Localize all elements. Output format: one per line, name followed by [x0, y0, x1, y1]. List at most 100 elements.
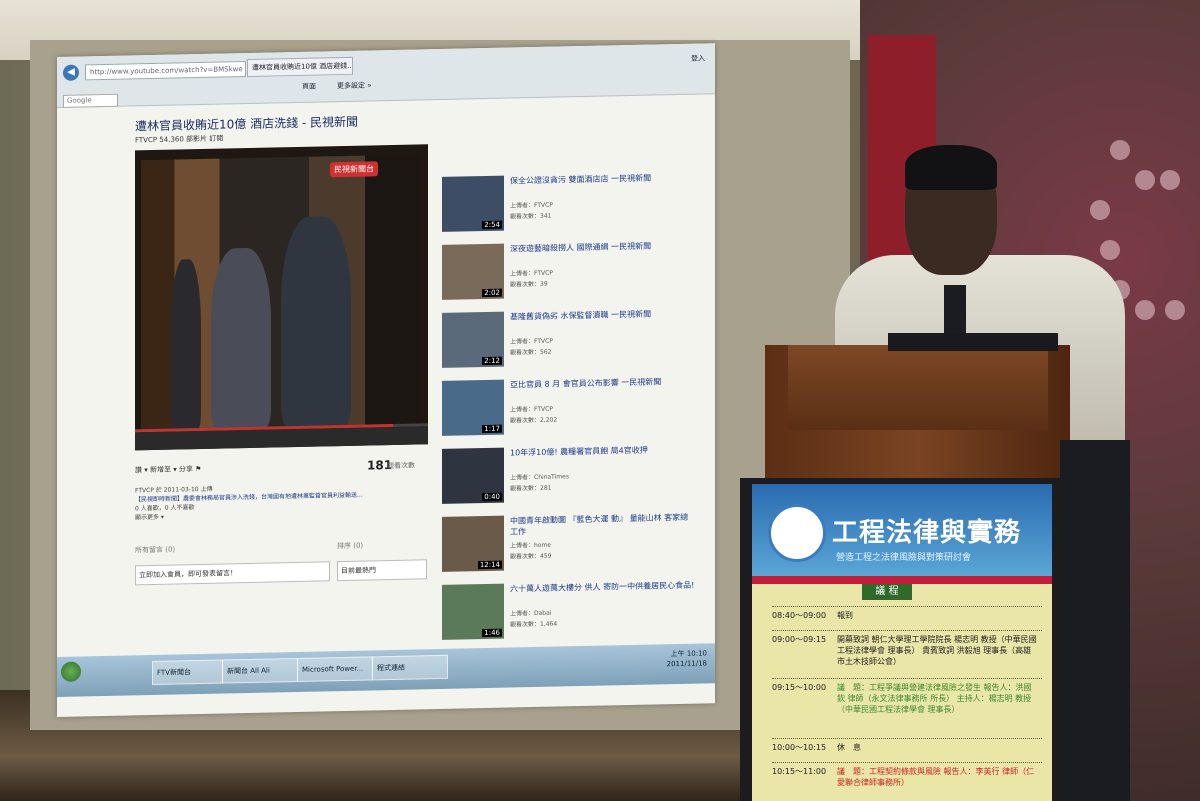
related-video-item[interactable]: 1:17 亞比官員 8 月 會官員公布影響 一民視新聞上傳者：FTVCP 觀看次數：… [442, 375, 702, 442]
bead-decoration [1090, 200, 1110, 220]
google-search-box[interactable]: Google [63, 93, 118, 108]
subscribe-button[interactable]: 訂閱 [209, 135, 223, 143]
browser-tab[interactable]: 遭林官員收賄近10億 酒店避錢... [247, 56, 353, 78]
agenda-time: 09:00～09:15 [772, 635, 827, 644]
related-video-item[interactable]: 2:02 深夜遊藝暗殺撈人 國際通緝 一民視新聞上傳者：FTVCP 觀看次數：39 [442, 239, 702, 306]
podium-top [788, 345, 1048, 430]
video-thumbnail[interactable]: 2:02 [442, 243, 504, 300]
related-uploader: 上傳者：FTVCP [510, 201, 553, 210]
video-duration: 0:40 [482, 492, 502, 502]
address-bar[interactable]: http://www.youtube.com/watch?v=BMSkwe [85, 61, 246, 81]
view-count-label: 觀看次數 [387, 461, 415, 471]
channel-count: 54,360 部影片 [159, 134, 208, 144]
agenda-time: 09:15～10:00 [772, 683, 827, 692]
windows-taskbar: FTV新聞台 新聞台 All Ali Microsoft Power... 程式… [57, 643, 715, 697]
video-thumbnail[interactable]: 2:54 [442, 175, 504, 232]
channel-logo: 民視新聞台 [330, 161, 378, 178]
taskbar-item[interactable]: Microsoft Power... [297, 656, 373, 682]
bead-decoration [1165, 300, 1185, 320]
related-views: 觀看次數：39 [510, 280, 548, 289]
sign-stand [1060, 440, 1130, 801]
agenda-row: 09:15～10:00 議 題：工程爭議與營建法律風險之發生 報告人：洪國欽 律師… [772, 678, 1042, 714]
related-video-item[interactable]: 2:54 保全公證沒貪污 雙面酒店店 一民視新聞上傳者：FTVCP 觀看次數：341 [442, 171, 702, 238]
agenda-content: 議 題：工程契約條款與風險 報告人：李英行 律師（仁愛聯合律師事務所） [837, 767, 1035, 787]
agenda-row: 09:00～09:15 開幕致詞 朝仁大學理工學院院長 楊志明 教授（中華民國工程… [772, 630, 1042, 666]
video-thumbnail[interactable]: 2:12 [442, 311, 504, 368]
login-link[interactable]: 登入 [691, 53, 705, 63]
sign-header: 工程法律與實務 營造工程之法律風險與對策研討會 [752, 484, 1052, 576]
bead-decoration [1160, 170, 1180, 190]
channel-name[interactable]: FTVCP [135, 136, 157, 144]
related-video-item[interactable]: 12:14 中國青年啟動圖 『藍色大運 動』 量能山林 客家總工作上傳者：home… [442, 511, 702, 578]
video-actions[interactable]: 讚 ▾ 新增至 ▾ 分享 ⚑ [135, 464, 201, 475]
related-uploader: 上傳者：Dabai [510, 609, 552, 618]
related-views: 觀看次數：562 [510, 348, 552, 357]
agenda-time: 08:40～09:00 [772, 611, 827, 620]
video-thumbnail[interactable]: 1:46 [442, 583, 504, 640]
video-thumbnail[interactable]: 0:40 [442, 447, 504, 504]
sort-select[interactable]: 目前最熱門 [337, 559, 427, 582]
agenda-content: 開幕致詞 朝仁大學理工學院院長 楊志明 教授（中華民國工程法律學會 理事長） 貴… [837, 635, 1037, 666]
video-player[interactable]: 民視新聞台 [135, 144, 428, 451]
related-views: 觀看次數：281 [510, 484, 552, 493]
agenda-content: 報到 [837, 611, 853, 620]
bead-decoration [1100, 240, 1120, 260]
video-duration: 1:46 [482, 628, 502, 638]
related-video-title[interactable]: 10年浮10億! 農糧署官員飽 局4官收押 [510, 444, 695, 459]
video-frame [141, 154, 421, 431]
taskbar-item[interactable]: 新聞台 All Ali [222, 657, 298, 684]
related-views: 觀看次數：459 [510, 552, 552, 561]
related-video-title[interactable]: 亞比官員 8 月 會官員公布影響 一民視新聞 [510, 376, 695, 391]
start-icon[interactable] [61, 661, 81, 682]
video-description: FTVCP 於 2011-03-10 上傳 【民視即時新聞】農委會林務局官員涉入… [135, 479, 425, 522]
channel-info: FTVCP 54,360 部影片 訂閱 [135, 134, 223, 146]
menu-page[interactable]: 頁面 [302, 82, 316, 92]
video-title: 遭林官員收賄近10億 酒店洗錢 - 民視新聞 [135, 114, 359, 134]
person-figure [171, 258, 201, 430]
related-uploader: 上傳者：FTVCP [510, 405, 553, 414]
comment-input[interactable]: 立即加入會員，即可發表留言！ [135, 561, 330, 586]
related-video-title[interactable]: 六十萬人遊萬大樓分 供人 寄防一中供養居民心食品! [510, 580, 695, 595]
sign-title: 工程法律與實務 [832, 518, 1022, 548]
taskbar-item[interactable]: FTV新聞台 [152, 659, 223, 686]
related-video-title[interactable]: 保全公證沒貪污 雙面酒店店 一民視新聞 [510, 172, 695, 187]
speaker-hair [905, 145, 997, 190]
system-clock: 上午 10:10 2011/11/18 [667, 648, 707, 669]
bead-decoration [1135, 170, 1155, 190]
back-arrow-icon[interactable]: ◀ [63, 64, 79, 81]
laptop [888, 333, 1058, 351]
related-uploader: 上傳者：FTVCP [510, 269, 553, 278]
related-video-item[interactable]: 0:40 10年浮10億! 農糧署官員飽 局4官收押上傳者：ChinaTimes 觀… [442, 443, 702, 510]
video-thumbnail[interactable]: 12:14 [442, 515, 504, 572]
related-video-item[interactable]: 2:12 基隆舊貨偽劣 水保監督瀆職 一民視新聞 上傳者：FTVCP 觀看次數：562 [442, 307, 702, 374]
related-video-item[interactable]: 1:46 六十萬人遊萬大樓分 供人 寄防一中供養居民心食品! 上傳者：Dabai 觀看… [442, 579, 702, 646]
video-duration: 2:54 [482, 220, 502, 230]
related-video-title[interactable]: 深夜遊藝暗殺撈人 國際通緝 一民視新聞 [510, 240, 695, 255]
agenda-row: 10:00～10:15 休 息 [772, 738, 1042, 752]
related-uploader: 上傳者：ChinaTimes [510, 473, 569, 482]
emblem-logo [768, 504, 826, 562]
sign-stripe [752, 576, 1052, 584]
related-video-title[interactable]: 基隆舊貨偽劣 水保監督瀆職 一民視新聞 [510, 308, 695, 323]
video-duration: 2:02 [482, 288, 502, 298]
agenda-row: 10:15～11:00 議 題：工程契約條款與風險 報告人：李英行 律師（仁愛聯合… [772, 762, 1042, 787]
agenda-time: 10:15～11:00 [772, 767, 827, 776]
conference-sign: 工程法律與實務 營造工程之法律風險與對策研討會 議 程 08:40～09:00 報… [740, 478, 1065, 801]
agenda-header: 議 程 [862, 584, 912, 600]
agenda-row: 08:40～09:00 報到 [772, 606, 1042, 620]
related-uploader: 上傳者：home [510, 541, 552, 550]
taskbar-item[interactable]: 程式連結 [372, 654, 448, 681]
related-views: 觀看次數：341 [510, 212, 552, 221]
menu-more[interactable]: 更多設定 » [337, 80, 372, 91]
bead-decoration [1110, 140, 1130, 160]
projected-browser: ◀ http://www.youtube.com/watch?v=BMSkwe … [57, 43, 715, 718]
sort-label: 排序 (0) [337, 541, 364, 551]
related-views: 觀看次數：2,202 [510, 416, 558, 425]
room-scene: ◀ http://www.youtube.com/watch?v=BMSkwe … [0, 0, 1200, 801]
person-figure [281, 215, 351, 428]
video-duration: 1:17 [482, 424, 502, 434]
person-figure [211, 247, 271, 429]
related-video-title[interactable]: 中國青年啟動圖 『藍色大運 動』 量能山林 客家總工作 [510, 512, 695, 538]
bead-decoration [1135, 300, 1155, 320]
video-thumbnail[interactable]: 1:17 [442, 379, 504, 436]
